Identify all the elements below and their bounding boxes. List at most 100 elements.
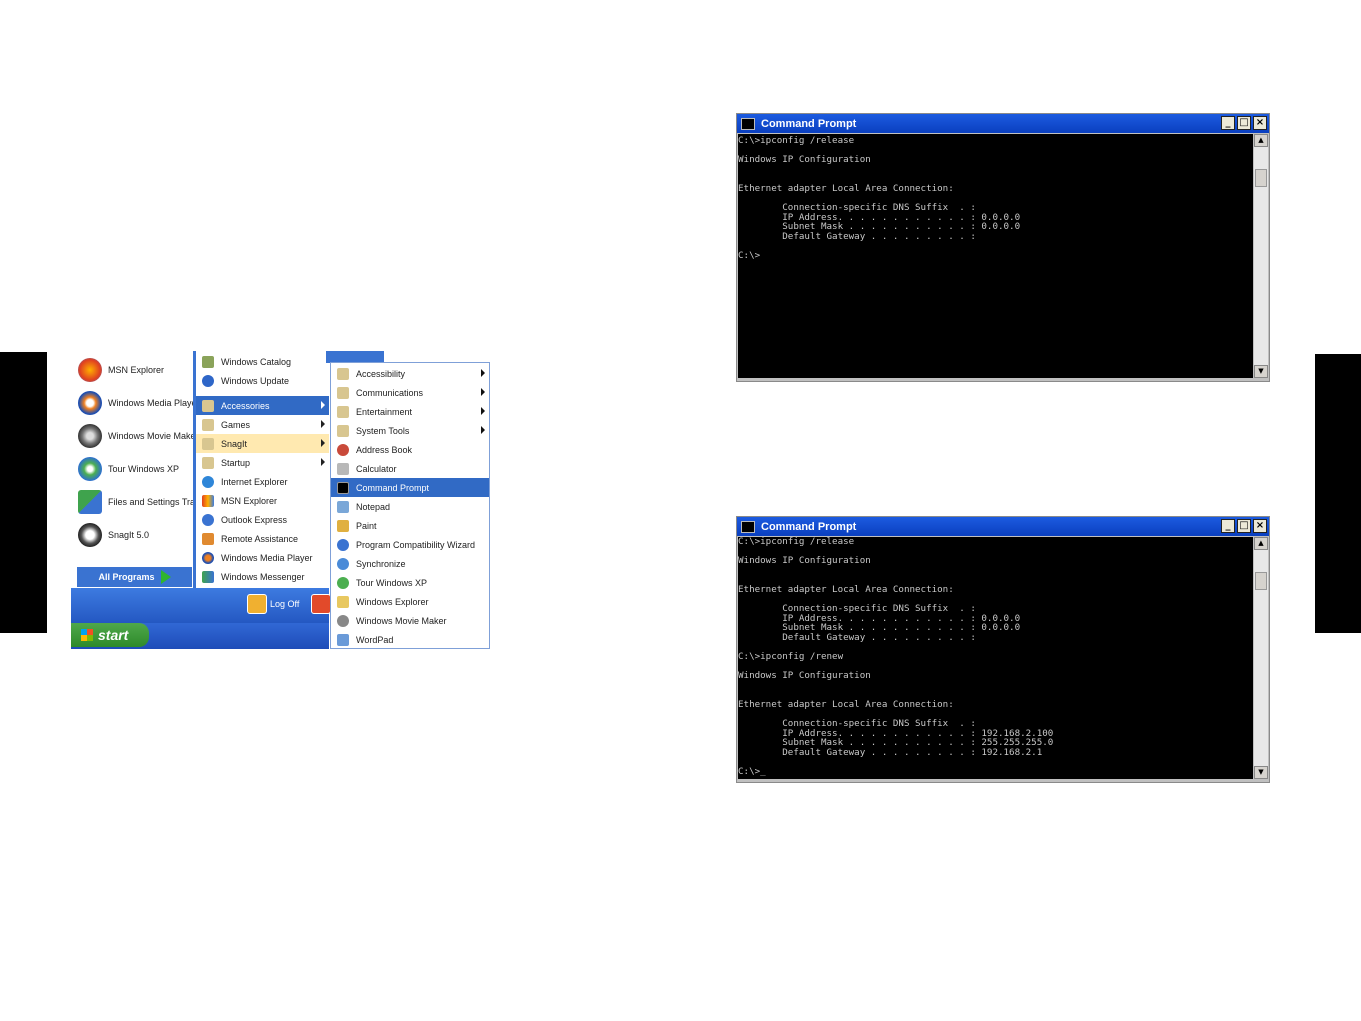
accessory-item-windows-explorer[interactable]: Windows Explorer (331, 592, 489, 611)
accessory-item-paint[interactable]: Paint (331, 516, 489, 535)
program-item-windows-messenger[interactable]: Windows Messenger (196, 567, 329, 586)
accessory-label: Command Prompt (356, 482, 430, 493)
program-item-msn-explorer[interactable]: MSN Explorer (196, 491, 329, 510)
program-label: Windows Update (221, 375, 290, 386)
title-bar[interactable]: Command Prompt _ □ × (737, 517, 1269, 536)
program-item-snagit[interactable]: SnagIt (196, 434, 329, 453)
console-output[interactable]: C:\>ipconfig /release Windows IP Configu… (738, 537, 1253, 779)
pinned-item-label: Tour Windows XP (108, 464, 180, 474)
program-item-remote-assistance[interactable]: Remote Assistance (196, 529, 329, 548)
msn-icon (202, 494, 214, 507)
messenger-icon (202, 570, 214, 583)
explorer-icon (337, 595, 349, 608)
vertical-scrollbar[interactable]: ▲ ▼ (1254, 537, 1268, 779)
window-controls: _ □ × (1221, 519, 1267, 533)
vertical-scrollbar[interactable]: ▲ ▼ (1254, 134, 1268, 378)
program-item-outlook-express[interactable]: Outlook Express (196, 510, 329, 529)
notepad-icon (337, 500, 349, 513)
command-prompt-window-renew: Command Prompt _ □ × C:\>ipconfig /relea… (736, 516, 1270, 783)
program-label: Remote Assistance (221, 533, 299, 544)
folder-icon (337, 405, 349, 418)
transfer-wizard-icon (78, 490, 102, 514)
accessory-label: Calculator (356, 463, 397, 474)
log-off-button[interactable]: Log Off (247, 594, 299, 614)
accessory-item-movie-maker[interactable]: Windows Movie Maker (331, 611, 489, 630)
program-label: SnagIt (221, 438, 248, 449)
maximize-button[interactable]: □ (1237, 116, 1251, 130)
console-text: C:\>ipconfig /release Windows IP Configu… (738, 135, 1021, 262)
accessory-item-address-book[interactable]: Address Book (331, 440, 489, 459)
accessory-item-wordpad[interactable]: WordPad (331, 630, 489, 649)
minimize-button[interactable]: _ (1221, 116, 1235, 130)
update-icon (202, 374, 214, 387)
accessory-label: Communications (356, 387, 424, 398)
program-item-windows-catalog[interactable]: Windows Catalog (196, 352, 329, 371)
ie-icon (202, 475, 214, 488)
close-button[interactable]: × (1253, 116, 1267, 130)
scroll-down-button[interactable]: ▼ (1254, 766, 1268, 779)
folder-icon (202, 456, 214, 469)
maximize-button[interactable]: □ (1237, 519, 1251, 533)
accessory-item-entertainment[interactable]: Entertainment (331, 402, 489, 421)
scroll-up-button[interactable]: ▲ (1254, 537, 1268, 550)
program-item-windows-update[interactable]: Windows Update (196, 371, 329, 390)
pinned-item-msn-explorer[interactable]: MSN Explorer (78, 355, 193, 385)
right-page-tab (1315, 354, 1361, 633)
snagit-icon (78, 523, 102, 547)
accessories-menu: Accessibility Communications Entertainme… (330, 362, 490, 649)
program-item-startup[interactable]: Startup (196, 453, 329, 472)
accessory-item-tour-xp[interactable]: Tour Windows XP (331, 573, 489, 592)
accessory-item-accessibility[interactable]: Accessibility (331, 364, 489, 383)
pinned-item-tour-xp[interactable]: Tour Windows XP (78, 454, 193, 484)
program-item-media-player[interactable]: Windows Media Player (196, 548, 329, 567)
accessory-item-communications[interactable]: Communications (331, 383, 489, 402)
program-item-internet-explorer[interactable]: Internet Explorer (196, 472, 329, 491)
accessory-label: Notepad (356, 501, 391, 512)
scroll-thumb[interactable] (1255, 169, 1267, 187)
movie-maker-icon (78, 424, 102, 448)
minimize-button[interactable]: _ (1221, 519, 1235, 533)
wizard-icon (337, 538, 349, 551)
accessory-label: Accessibility (356, 368, 406, 379)
sync-icon (337, 557, 349, 570)
submenu-arrow-icon (481, 388, 485, 396)
scroll-up-button[interactable]: ▲ (1254, 134, 1268, 147)
pinned-item-label: Windows Movie Maker (108, 431, 193, 441)
accessory-item-notepad[interactable]: Notepad (331, 497, 489, 516)
program-label: Outlook Express (221, 514, 288, 525)
accessory-item-command-prompt[interactable]: Command Prompt (331, 478, 489, 497)
submenu-arrow-icon (321, 401, 325, 409)
submenu-arrow-icon (321, 458, 325, 466)
title-bar[interactable]: Command Prompt _ □ × (737, 114, 1269, 133)
accessory-item-synchronize[interactable]: Synchronize (331, 554, 489, 573)
program-item-games[interactable]: Games (196, 415, 329, 434)
program-label: Windows Messenger (221, 571, 305, 582)
program-item-accessories[interactable]: Accessories (196, 396, 329, 415)
arrow-right-icon (160, 570, 171, 584)
console-output[interactable]: C:\>ipconfig /release Windows IP Configu… (738, 134, 1253, 378)
all-programs-button[interactable]: All Programs (77, 567, 192, 587)
start-button[interactable]: start (71, 623, 149, 647)
accessory-item-compatibility-wizard[interactable]: Program Compatibility Wizard (331, 535, 489, 554)
accessory-item-system-tools[interactable]: System Tools (331, 421, 489, 440)
pinned-item-transfer-wizard[interactable]: Files and Settings Transfer Wizard (78, 487, 193, 517)
media-player-icon (202, 551, 214, 564)
scroll-down-button[interactable]: ▼ (1254, 365, 1268, 378)
close-button[interactable]: × (1253, 519, 1267, 533)
scroll-thumb[interactable] (1255, 572, 1267, 590)
power-icon[interactable] (311, 594, 331, 614)
pinned-item-media-player[interactable]: Windows Media Player (78, 388, 193, 418)
paint-icon (337, 519, 349, 532)
program-label: Startup (221, 457, 251, 468)
pinned-item-movie-maker[interactable]: Windows Movie Maker (78, 421, 193, 451)
folder-icon (202, 418, 214, 431)
accessory-item-calculator[interactable]: Calculator (331, 459, 489, 478)
submenu-arrow-icon (481, 407, 485, 415)
pinned-item-snagit[interactable]: SnagIt 5.0 (78, 520, 193, 550)
pinned-item-label: MSN Explorer (108, 365, 165, 375)
program-label: Accessories (221, 400, 270, 411)
msn-butterfly-icon (78, 358, 102, 382)
folder-icon (202, 437, 214, 450)
accessory-label: System Tools (356, 425, 410, 436)
accessory-label: Tour Windows XP (356, 577, 428, 588)
